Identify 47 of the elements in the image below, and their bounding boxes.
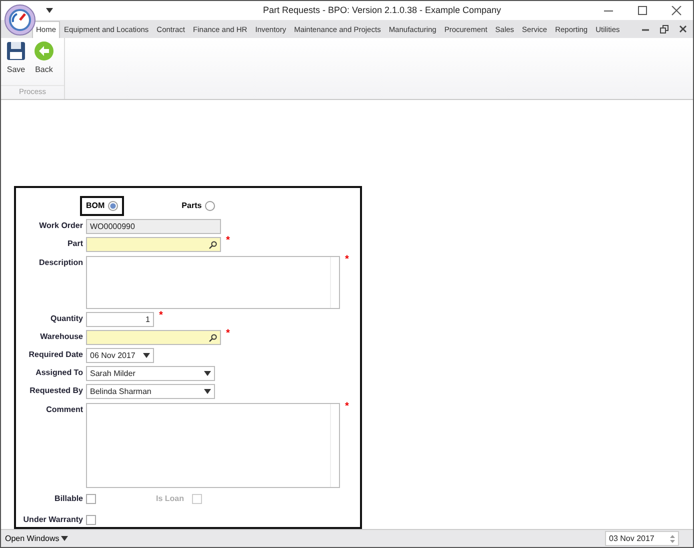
required-mark: * — [159, 312, 163, 320]
radio-option[interactable]: Parts — [176, 196, 221, 216]
close-icon[interactable] — [670, 6, 682, 16]
field-label: Required Date — [28, 349, 84, 361]
caret-icon — [61, 536, 68, 541]
input-field[interactable]: WO0000990 — [86, 219, 221, 234]
maximize-icon[interactable] — [636, 6, 648, 16]
close-icon[interactable] — [679, 25, 688, 34]
field-label: Is Loan — [156, 493, 186, 505]
field-label: Billable — [54, 493, 84, 505]
search-icon[interactable] — [209, 334, 217, 342]
spinner-icon[interactable] — [670, 534, 675, 544]
caret-icon[interactable] — [204, 389, 211, 394]
caret-icon[interactable] — [143, 353, 150, 358]
radio-icon[interactable] — [204, 201, 215, 211]
back-button[interactable]: Back — [32, 41, 56, 85]
search-icon[interactable] — [209, 240, 217, 248]
required-mark: * — [226, 330, 230, 338]
dropdown-field[interactable]: Belinda Sharman — [86, 384, 215, 399]
field-label: Comment — [45, 404, 84, 416]
field-label: Warehouse — [39, 331, 84, 343]
field-label: Quantity — [50, 313, 84, 325]
input-field[interactable] — [86, 330, 221, 345]
date-field[interactable]: 03 Nov 2017 — [605, 531, 679, 546]
radio-icon[interactable] — [108, 201, 118, 211]
field-label: Requested By — [28, 385, 84, 397]
required-mark: * — [345, 403, 349, 411]
caret-icon[interactable] — [204, 371, 211, 376]
field-label: Part — [66, 238, 84, 250]
input-field[interactable]: 1 — [86, 312, 154, 327]
checkbox[interactable] — [86, 494, 96, 504]
field-label: Assigned To — [34, 367, 84, 379]
input-field[interactable] — [86, 237, 221, 252]
save-button[interactable]: Save — [4, 41, 28, 85]
radio-option[interactable]: BOM — [80, 196, 124, 216]
required-mark: * — [226, 237, 230, 245]
field-label: Description — [38, 257, 84, 269]
field-label: Under Warranty — [22, 514, 84, 526]
window-title: Part Requests - BPO: Version 2.1.0.38 - Example Company — [262, 4, 502, 17]
restore-icon[interactable] — [660, 25, 669, 34]
dropdown-field[interactable]: Sarah Milder — [86, 366, 215, 381]
open-windows-menu[interactable]: Open Windows — [5, 532, 68, 544]
required-mark: * — [345, 256, 349, 264]
dropdown-caret-icon[interactable] — [46, 8, 53, 13]
checkbox[interactable] — [86, 515, 96, 525]
field-label: Work Order — [38, 220, 84, 232]
dropdown-field[interactable]: 06 Nov 2017 — [86, 348, 154, 363]
